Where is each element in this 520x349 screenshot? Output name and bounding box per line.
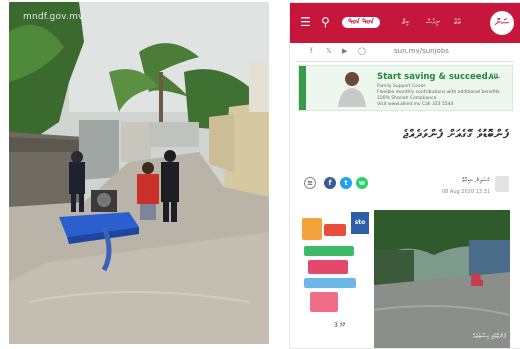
twitter-share-icon[interactable]: t: [340, 177, 352, 189]
article-headline: ފެންބޮޑުވެ ގޭގެއަށް ފެންވަދެއްޖެ: [403, 127, 509, 141]
ad-tile: [324, 224, 346, 236]
youtube-icon[interactable]: ▶: [342, 47, 347, 55]
side-advert[interactable]: sto 3 ކޮމް: [300, 210, 369, 338]
nav-item-1[interactable]: ބިޒް: [402, 18, 409, 27]
domain-label: sun.mv/sunjobs: [394, 47, 449, 55]
comment-icon[interactable]: ≡: [304, 177, 316, 189]
watermark-text: mndf.gov.mv: [23, 12, 84, 22]
facebook-share-icon[interactable]: f: [324, 177, 336, 189]
ad-badge: sto: [351, 212, 369, 234]
brand-pill[interactable]: ᠲᠳ ᠳᠳ: [342, 17, 380, 28]
ad-line-1: Family Support Cover: [377, 84, 426, 89]
ad-logo: AIL: [489, 73, 500, 80]
ad-tile: [302, 218, 322, 240]
ad-line-4: Visit www.allied.mv Call 333 5544: [377, 102, 454, 107]
advert-banner[interactable]: Start saving & succeed... Family Support…: [298, 65, 513, 111]
flood-scene-image: [9, 2, 269, 344]
twitter-icon[interactable]: 𝕏: [326, 47, 332, 55]
ad-caption: 3 ކޮމް: [334, 322, 345, 329]
divider: [296, 61, 514, 62]
ad-line-2: Flexible monthly contributions with addi…: [377, 90, 500, 95]
ad-person-image: [338, 72, 366, 107]
flooded-road-image: [374, 210, 510, 348]
search-icon[interactable]: ⚲: [321, 15, 330, 29]
instagram-icon[interactable]: ◯: [358, 47, 366, 55]
flood-street-photo: mndf.gov.mv: [9, 2, 269, 344]
ad-tile: [304, 278, 356, 288]
ad-tile: [310, 292, 338, 312]
news-page-screenshot: ☰ ⚲ ᠲᠳ ᠳᠳ ބިޒް ނިއުސް ތާޒާ ސަން f 𝕏 ▶ ◯ …: [289, 2, 520, 349]
ad-accent-strip: [299, 66, 306, 110]
author-name: ހުސައިން ޝިހާބް: [462, 177, 490, 184]
author-avatar: [495, 176, 509, 192]
whatsapp-share-icon[interactable]: w: [356, 177, 368, 189]
nav-item-2[interactable]: ނިއުސް: [426, 18, 440, 27]
social-row: f 𝕏 ▶ ◯ sun.mv/sunjobs: [290, 45, 520, 59]
ad-line-3: 100% Shariah Compliance: [377, 96, 437, 101]
hamburger-icon[interactable]: ☰: [300, 16, 311, 28]
ad-headline: Start saving & succeed...: [377, 72, 498, 82]
photo-caption: ފެންބޮޑުވި ހިސާބުތައް: [472, 333, 506, 340]
facebook-icon[interactable]: f: [310, 47, 312, 55]
nav-item-3[interactable]: ތާޒާ: [454, 18, 461, 27]
article-date: 08 Aug 2020 13:31: [441, 189, 490, 195]
site-logo[interactable]: ސަން: [490, 11, 514, 35]
article-photo[interactable]: ފެންބޮޑުވި ހިސާބުތައް: [374, 210, 510, 348]
top-navigation-bar: ☰ ⚲ ᠲᠳ ᠳᠳ ބިޒް ނިއުސް ތާޒާ ސަން: [290, 3, 520, 43]
ad-tile: [308, 260, 348, 274]
ad-tile: [304, 246, 354, 256]
